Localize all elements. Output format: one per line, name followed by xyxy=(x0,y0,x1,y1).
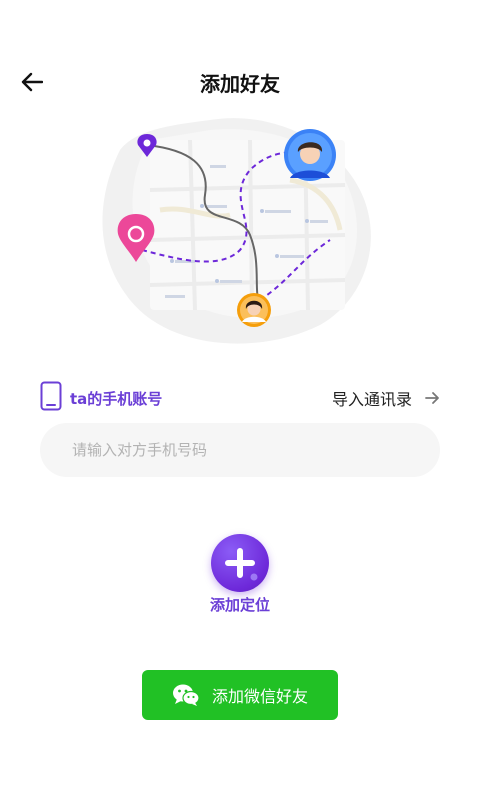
import-contacts-link[interactable]: 导入通讯录 xyxy=(332,386,440,410)
add-wechat-friend-button[interactable]: 添加微信好友 xyxy=(142,670,338,720)
page-title: 添加好友 xyxy=(200,72,280,96)
wechat-icon xyxy=(172,684,200,706)
add-location-circle xyxy=(211,534,269,592)
header-bar: 添加好友 xyxy=(0,52,480,112)
add-location-label: 添加定位 xyxy=(209,596,270,614)
avatar-woman-icon xyxy=(237,293,271,327)
arrow-right-icon xyxy=(425,392,439,404)
phone-icon xyxy=(40,381,62,411)
phone-number-input[interactable] xyxy=(40,423,440,477)
add-wechat-friend-label: 添加微信好友 xyxy=(211,687,308,706)
map-route-illustration xyxy=(90,110,390,350)
add-location-button[interactable]: 添加定位 xyxy=(204,534,276,618)
phone-account-label: ta的手机账号 xyxy=(70,390,163,408)
avatar-man-icon xyxy=(284,129,336,181)
plus-icon xyxy=(225,548,258,581)
phone-account-row: ta的手机账号 导入通讯录 xyxy=(40,380,440,414)
import-contacts-label: 导入通讯录 xyxy=(331,390,412,409)
